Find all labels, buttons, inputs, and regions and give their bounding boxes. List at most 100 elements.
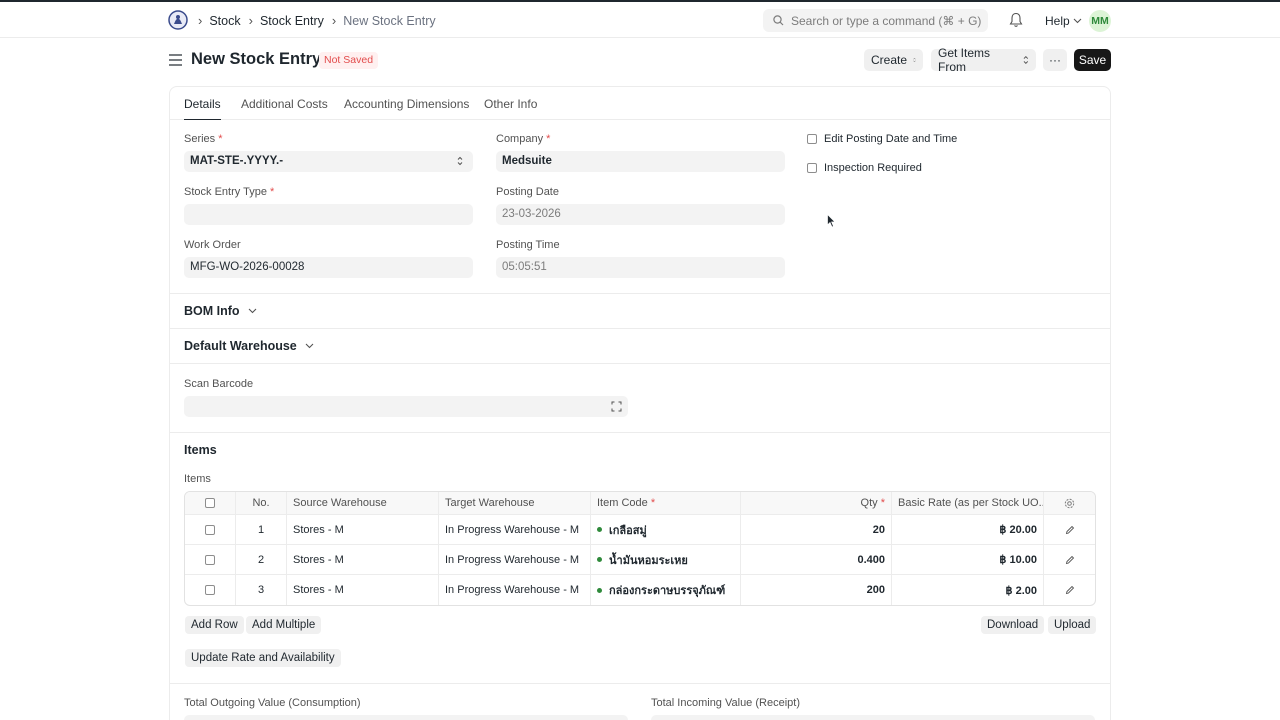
tab-details[interactable]: Details [184,97,221,120]
row-source-warehouse[interactable]: Stores - M [287,575,439,605]
breadcrumb-stock[interactable]: Stock [209,14,240,28]
row-checkbox[interactable] [205,554,215,565]
table-header-row: No. Source Warehouse Target Warehouse It… [185,492,1095,515]
row-select-cell [185,545,236,574]
select-all-checkbox[interactable] [205,498,215,508]
row-target-warehouse[interactable]: In Progress Warehouse - M [439,515,591,544]
edit-posting-checkbox[interactable] [807,134,817,144]
create-button-label: Create [871,53,908,67]
section-divider [170,432,1110,433]
row-target-warehouse[interactable]: In Progress Warehouse - M [439,545,591,574]
header-basic-rate: Basic Rate (as per Stock UO... [892,492,1044,514]
avatar[interactable]: MM [1089,10,1111,32]
table-row[interactable]: 3 Stores - M In Progress Warehouse - M ก… [185,575,1095,605]
gear-icon[interactable] [1064,498,1075,509]
items-heading: Items [184,443,217,457]
scan-barcode-label: Scan Barcode [184,378,254,390]
chevron-down-icon [248,308,256,314]
required-mark: * [880,497,885,509]
sidebar-toggle-icon[interactable] [169,54,182,66]
edit-pencil-icon[interactable] [1065,555,1075,565]
stock-entry-type-input[interactable] [184,204,473,225]
row-source-warehouse[interactable]: Stores - M [287,515,439,544]
upload-button[interactable]: Upload [1048,616,1097,634]
status-dot [597,587,602,593]
work-order-input[interactable]: MFG-WO-2026-00028 [184,257,473,278]
inspection-required-checkbox[interactable] [807,163,817,173]
tab-other-info[interactable]: Other Info [484,97,537,120]
download-button[interactable]: Download [981,616,1045,634]
posting-time-input[interactable]: 05:05:51 [496,257,785,278]
notification-bell-icon[interactable] [1009,12,1023,28]
save-button[interactable]: Save [1074,49,1111,71]
inspection-required-checkbox-row[interactable]: Inspection Required [807,162,922,174]
header-no: No. [236,492,287,514]
add-row-button[interactable]: Add Row [185,616,244,634]
search-placeholder: Search or type a command (⌘ + G) [791,13,982,28]
edit-pencil-icon[interactable] [1065,525,1075,535]
column-settings-cell [1044,492,1095,514]
add-multiple-button[interactable]: Add Multiple [246,616,322,634]
row-no: 1 [236,515,287,544]
tab-accounting-dimensions[interactable]: Accounting Dimensions [344,97,469,120]
update-rate-button[interactable]: Update Rate and Availability [185,649,341,667]
total-incoming-input[interactable] [651,715,1095,720]
stock-entry-type-label: Stock Entry Type * [184,186,274,198]
row-item-code[interactable]: กล่องกระดาษบรรจุภัณฑ์ [591,575,741,605]
breadcrumb-current[interactable]: New Stock Entry [343,14,435,28]
breadcrumb: › Stock › Stock Entry › New Stock Entry [198,13,444,28]
required-mark: * [546,133,551,145]
series-select[interactable]: MAT-STE-.YYYY.- [184,151,473,172]
edit-pencil-icon[interactable] [1065,585,1075,595]
row-qty[interactable]: 0.400 [741,545,892,574]
row-checkbox[interactable] [205,524,215,535]
company-input[interactable]: Medsuite [496,151,785,172]
scan-barcode-input[interactable] [184,396,628,417]
row-item-code[interactable]: เกลือสมู่ [591,515,741,544]
row-basic-rate[interactable]: ฿ 10.00 [892,545,1044,574]
row-item-code-text: เกลือสมู่ [609,524,647,537]
posting-time-label: Posting Time [496,239,560,251]
total-outgoing-label: Total Outgoing Value (Consumption) [184,697,361,709]
row-basic-rate[interactable]: ฿ 20.00 [892,515,1044,544]
help-dropdown[interactable]: Help [1045,14,1082,28]
get-items-from-button[interactable]: Get Items From [931,46,1036,74]
row-checkbox[interactable] [205,585,215,595]
more-actions-button[interactable]: ··· [1043,49,1067,71]
table-row[interactable]: 1 Stores - M In Progress Warehouse - M เ… [185,515,1095,545]
series-label: Series * [184,133,223,145]
row-item-code[interactable]: น้ำมันหอมระเหย [591,545,741,574]
help-label: Help [1045,14,1070,28]
row-qty[interactable]: 20 [741,515,892,544]
scan-icon[interactable] [611,401,622,412]
tab-additional-costs[interactable]: Additional Costs [241,97,328,120]
total-outgoing-input[interactable] [184,715,628,720]
section-divider [170,683,1110,684]
row-source-warehouse[interactable]: Stores - M [287,545,439,574]
row-qty[interactable]: 200 [741,575,892,605]
app-logo-icon[interactable] [168,9,188,31]
stock-entry-type-label-text: Stock Entry Type [184,186,267,198]
breadcrumb-stock-entry[interactable]: Stock Entry [260,14,324,28]
table-row[interactable]: 2 Stores - M In Progress Warehouse - M น… [185,545,1095,575]
row-edit-cell [1044,545,1095,574]
posting-date-input[interactable]: 23-03-2026 [496,204,785,225]
edit-posting-checkbox-row[interactable]: Edit Posting Date and Time [807,133,957,145]
select-arrows-icon [1023,56,1029,64]
inspection-required-label: Inspection Required [824,162,922,174]
default-warehouse-section-toggle[interactable]: Default Warehouse [184,339,314,353]
header-source-warehouse: Source Warehouse [287,492,439,514]
row-target-warehouse[interactable]: In Progress Warehouse - M [439,575,591,605]
row-item-code-text: น้ำมันหอมระเหย [609,554,688,567]
row-no: 2 [236,545,287,574]
top-navbar: › Stock › Stock Entry › New Stock Entry … [0,0,1280,38]
chevron-right-icon: › [331,13,337,28]
create-button[interactable]: Create [864,49,923,71]
bom-info-section-toggle[interactable]: BOM Info [184,304,257,318]
row-basic-rate[interactable]: ฿ 2.00 [892,575,1044,605]
header-qty: Qty * [741,492,892,514]
header-item-code-text: Item Code [597,497,648,509]
company-label: Company * [496,133,550,145]
row-select-cell [185,515,236,544]
search-input[interactable]: Search or type a command (⌘ + G) [763,9,988,32]
